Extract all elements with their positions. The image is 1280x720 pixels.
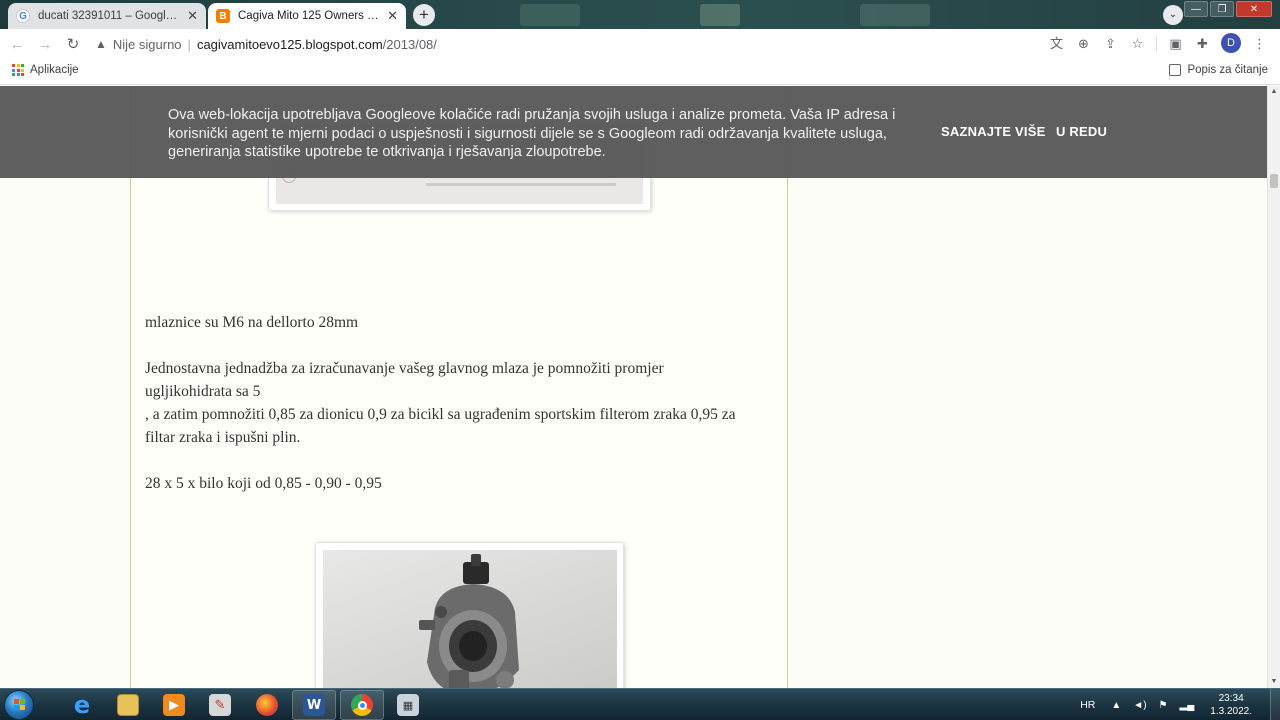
new-tab-button[interactable]: +	[413, 4, 435, 26]
show-desktop-button[interactable]	[1270, 689, 1280, 720]
action-center-flag-icon[interactable]: ⚑	[1159, 700, 1168, 711]
bookmark-star-icon[interactable]: ☆	[1129, 35, 1146, 52]
scroll-up-icon[interactable]: ▲	[1268, 86, 1280, 98]
internet-explorer-icon: e	[73, 691, 91, 719]
start-button[interactable]	[4, 690, 34, 720]
reading-list-icon	[1169, 64, 1182, 76]
extensions-puzzle-icon[interactable]: ✚	[1194, 35, 1211, 52]
reading-list-label: Popis za čitanje	[1187, 64, 1268, 76]
apps-label: Aplikacije	[30, 64, 79, 76]
desktop-wallpaper-glimpse	[520, 4, 580, 26]
media-player-icon: ▶	[163, 694, 185, 716]
file-explorer-icon	[117, 694, 139, 716]
tab-title: Cagiva Mito 125 Owners Blog : A	[238, 10, 381, 22]
minimize-icon[interactable]: —	[1184, 1, 1208, 17]
tab-google-search[interactable]: G ducati 32391011 – Google pretra ✕	[8, 3, 206, 29]
back-arrow-icon[interactable]: ←	[6, 36, 28, 53]
network-signal-icon[interactable]: ▂▄	[1180, 700, 1195, 711]
post-paragraph: , a zatim pomnožiti 0,85 za dionicu 0,9 …	[145, 406, 736, 446]
window-close-icon[interactable]: ✕	[1236, 1, 1272, 17]
scroll-down-icon[interactable]: ▼	[1268, 676, 1280, 688]
word-icon: W	[303, 694, 325, 716]
carburetor-drawing	[419, 554, 519, 688]
cookie-notice-text: Ova web-lokacija upotrebljava Googleove …	[168, 107, 896, 160]
windows-taskbar: e ▶ ✎ W ▦ HR ▲ ◄) ⚑ ▂▄ 23:34 1.3.2022.	[0, 688, 1280, 720]
taskbar-word[interactable]: W	[292, 690, 336, 720]
carburetor-photo	[323, 550, 617, 688]
taskbar-file-explorer[interactable]	[106, 690, 150, 720]
kebab-menu-icon[interactable]: ⋮	[1251, 35, 1268, 52]
desktop-wallpaper-glimpse	[860, 4, 930, 26]
tab-search-chevron-icon[interactable]: ⌄	[1163, 5, 1183, 25]
omnibox-separator: |	[187, 36, 191, 52]
volume-icon[interactable]: ◄)	[1133, 700, 1146, 711]
extension-pdf-icon[interactable]: ▣	[1167, 35, 1184, 52]
toolbar-actions: 文 ⊕ ⇪ ☆ ▣ ✚ D ⋮	[1048, 33, 1268, 53]
post-paragraph: 28 x 5 x bilo koji od 0,85 - 0,90 - 0,95	[145, 475, 382, 492]
taskbar-calculator[interactable]: ▦	[386, 690, 430, 720]
cookie-consent-banner: Ova web-lokacija upotrebljava Googleove …	[0, 86, 1267, 178]
page-scrollbar[interactable]: ▲ ▼	[1267, 86, 1280, 688]
desktop-wallpaper-glimpse	[700, 4, 740, 26]
clock-time: 23:34	[1218, 693, 1244, 704]
firefox-icon	[256, 694, 278, 716]
post-paragraph: Jednostavna jednadžba za izračunavanje v…	[145, 360, 664, 400]
windows-logo-icon	[14, 699, 26, 711]
carburetor-image[interactable]	[315, 542, 624, 688]
taskbar-media-player[interactable]: ▶	[152, 690, 196, 720]
profile-avatar[interactable]: D	[1221, 33, 1241, 53]
forward-arrow-icon[interactable]: →	[34, 36, 56, 53]
google-favicon-icon: G	[16, 9, 30, 23]
taskbar-internet-explorer[interactable]: e	[60, 690, 104, 720]
close-icon[interactable]: ✕	[187, 8, 198, 24]
post-paragraph: mlaznice su M6 na dellorto 28mm	[145, 314, 359, 331]
close-icon[interactable]: ✕	[387, 8, 398, 24]
apps-shortcut[interactable]: Aplikacije	[12, 64, 79, 76]
system-tray: HR ▲ ◄) ⚑ ▂▄ 23:34 1.3.2022.	[1080, 689, 1280, 720]
taskbar-chrome[interactable]	[340, 690, 384, 720]
paint-icon: ✎	[209, 694, 231, 716]
accept-cookies-button[interactable]: U REDU	[1056, 124, 1107, 139]
apps-grid-icon	[12, 64, 24, 76]
blogger-favicon-icon: B	[216, 9, 230, 23]
toolbar-divider	[1156, 35, 1157, 51]
taskbar-paint[interactable]: ✎	[198, 690, 242, 720]
translate-icon[interactable]: 文	[1048, 35, 1065, 52]
share-icon[interactable]: ⇪	[1102, 35, 1119, 52]
bookmarks-bar: Aplikacije Popis za čitanje	[0, 59, 1280, 85]
reading-list-button[interactable]: Popis za čitanje	[1169, 64, 1268, 76]
clock-date: 1.3.2022.	[1210, 706, 1252, 717]
tab-cagiva-blog[interactable]: B Cagiva Mito 125 Owners Blog : A ✕	[208, 3, 406, 29]
manual-fine-print	[426, 183, 616, 186]
address-bar[interactable]: ▲ Nije sigurno | cagivamitoevo125.blogsp…	[95, 31, 437, 57]
maximize-icon[interactable]: ❐	[1210, 1, 1234, 17]
window-controls: — ❐ ✕	[1184, 1, 1272, 17]
calculator-icon: ▦	[397, 694, 419, 716]
taskbar-firefox[interactable]	[245, 690, 289, 720]
browser-toolbar: ← → ↻ ▲ Nije sigurno | cagivamitoevo125.…	[0, 29, 1280, 59]
url-host[interactable]: cagivamitoevo125.blogspot.com	[197, 37, 383, 52]
learn-more-button[interactable]: SAZNAJTE VIŠE	[941, 124, 1045, 139]
url-path[interactable]: /2013/08/	[383, 37, 437, 52]
reload-icon[interactable]: ↻	[62, 35, 84, 53]
system-clock[interactable]: 23:34 1.3.2022.	[1210, 692, 1252, 718]
warning-triangle-icon[interactable]: ▲	[95, 37, 107, 51]
tab-title: ducati 32391011 – Google pretra	[38, 10, 182, 22]
tray-overflow-icon[interactable]: ▲	[1111, 700, 1121, 711]
window-titlebar: G ducati 32391011 – Google pretra ✕ B Ca…	[0, 0, 1280, 29]
language-indicator[interactable]: HR	[1080, 699, 1095, 711]
security-status[interactable]: Nije sigurno	[113, 37, 182, 52]
zoom-icon[interactable]: ⊕	[1075, 35, 1092, 52]
scrollbar-thumb[interactable]	[1270, 174, 1278, 188]
chrome-icon	[351, 694, 373, 716]
